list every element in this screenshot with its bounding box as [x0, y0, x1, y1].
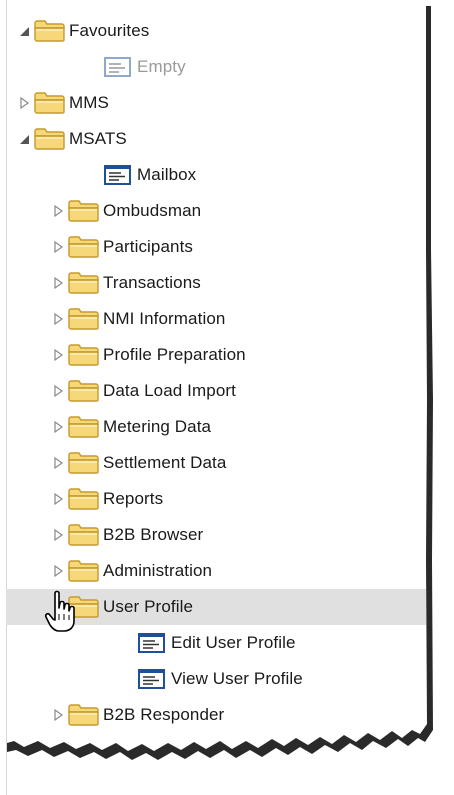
tree-node-participants[interactable]: Participants — [6, 229, 426, 265]
tree-node-profile-preparation[interactable]: Profile Preparation — [6, 337, 426, 373]
folder-icon — [68, 452, 100, 474]
tree-node-label: B2B Responder — [103, 705, 225, 724]
tree-node-label: Favourites — [69, 21, 150, 40]
collapsed-arrow-icon[interactable] — [52, 383, 66, 399]
folder-icon — [68, 272, 100, 294]
tree-node-data-load-import[interactable]: Data Load Import — [6, 373, 426, 409]
tree-node-nmi-information[interactable]: NMI Information — [6, 301, 426, 337]
tree-node-label: NMI Information — [103, 309, 226, 328]
collapsed-arrow-icon[interactable] — [52, 419, 66, 435]
folder-icon — [34, 20, 66, 42]
tree-node-metering-data[interactable]: Metering Data — [6, 409, 426, 445]
tree-node-administration[interactable]: Administration — [6, 553, 426, 589]
tree-node-label: Ombudsman — [103, 201, 202, 220]
folder-icon — [68, 200, 100, 222]
folder-icon — [68, 308, 100, 330]
tree-node-label: Transactions — [103, 273, 201, 292]
expanded-arrow-icon[interactable] — [18, 23, 32, 39]
tree-node-favourites[interactable]: Favourites — [6, 13, 426, 49]
collapsed-arrow-icon[interactable] — [52, 491, 66, 507]
tree-node-mailbox[interactable]: Mailbox — [6, 157, 426, 193]
tree-node-label: Mailbox — [137, 165, 197, 184]
tree-node-label: MSATS — [69, 129, 127, 148]
collapsed-arrow-icon[interactable] — [18, 95, 32, 111]
tree-node-mms[interactable]: MMS — [6, 85, 426, 121]
folder-icon — [68, 560, 100, 582]
folder-icon — [68, 524, 100, 546]
tree-node-label: Settlement Data — [103, 453, 227, 472]
folder-icon — [68, 380, 100, 402]
collapsed-arrow-icon[interactable] — [52, 527, 66, 543]
folder-icon — [34, 92, 66, 114]
tree-node-transactions[interactable]: Transactions — [6, 265, 426, 301]
folder-icon — [68, 416, 100, 438]
folder-icon — [68, 704, 100, 726]
collapsed-arrow-icon[interactable] — [52, 311, 66, 327]
tree-node-b2b-responder[interactable]: B2B Responder — [6, 697, 426, 733]
folder-icon — [34, 128, 66, 150]
form-page-icon — [136, 668, 168, 690]
folder-icon — [68, 344, 100, 366]
tree-node-ombudsman[interactable]: Ombudsman — [6, 193, 426, 229]
tree-node-label: Empty — [137, 57, 186, 76]
folder-icon — [68, 488, 100, 510]
collapsed-arrow-icon[interactable] — [52, 563, 66, 579]
tree-node-label: Administration — [103, 561, 213, 580]
collapsed-arrow-icon[interactable] — [52, 707, 66, 723]
form-page-icon — [102, 56, 134, 78]
tree-node-label: Participants — [103, 237, 194, 256]
collapsed-arrow-icon[interactable] — [52, 203, 66, 219]
collapsed-arrow-icon[interactable] — [52, 347, 66, 363]
tree-node-label: Profile Preparation — [103, 345, 246, 364]
collapsed-arrow-icon[interactable] — [52, 239, 66, 255]
tree-node-label: Reports — [103, 489, 164, 508]
collapsed-arrow-icon[interactable] — [52, 455, 66, 471]
tree-node-label: View User Profile — [171, 669, 303, 688]
hand-pointer-icon — [44, 590, 75, 632]
tree-node-label: Metering Data — [103, 417, 212, 436]
tree-node-b2b-browser[interactable]: B2B Browser — [6, 517, 426, 553]
tree-node-msats[interactable]: MSATS — [6, 121, 426, 157]
expanded-arrow-icon[interactable] — [18, 131, 32, 147]
folder-icon — [68, 236, 100, 258]
tree-node-settlement-data[interactable]: Settlement Data — [6, 445, 426, 481]
form-page-icon — [136, 632, 168, 654]
tree-node-empty[interactable]: Empty — [6, 49, 426, 85]
collapsed-arrow-icon[interactable] — [52, 275, 66, 291]
tree-node-reports[interactable]: Reports — [6, 481, 426, 517]
navigation-tree-panel: Favourites Empty MMS MSATS Mailbox Ombudsman P… — [0, 0, 454, 795]
tree-node-view-user-profile[interactable]: View User Profile — [6, 661, 426, 697]
tree-node-label: User Profile — [103, 597, 194, 616]
tree-node-label: Edit User Profile — [171, 633, 296, 652]
form-page-icon — [102, 164, 134, 186]
tree-node-label: Data Load Import — [103, 381, 236, 400]
tree-node-label: MMS — [69, 93, 109, 112]
tree-node-label: B2B Browser — [103, 525, 204, 544]
